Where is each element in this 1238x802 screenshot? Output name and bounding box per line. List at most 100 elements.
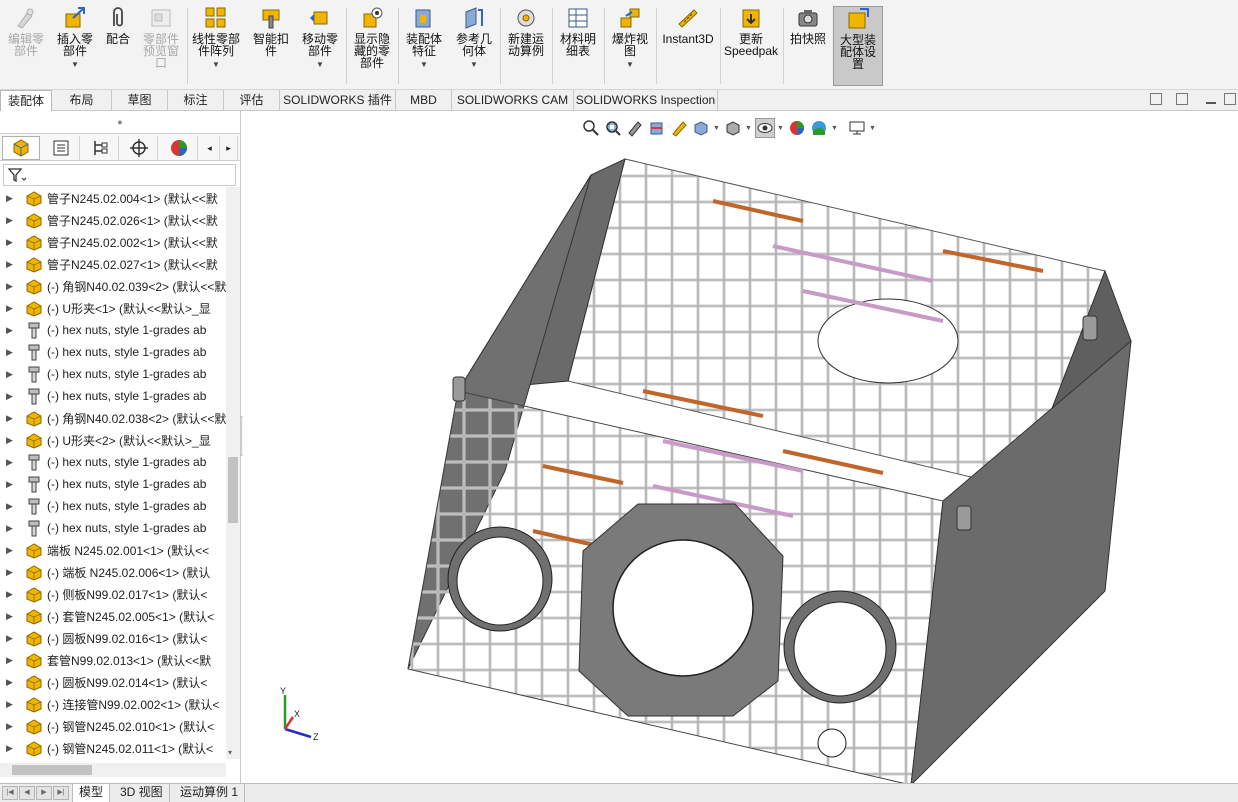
- tab-feature-manager[interactable]: [2, 136, 40, 160]
- scroll-down-icon[interactable]: ▾: [228, 748, 232, 757]
- tab-model[interactable]: 模型: [72, 784, 111, 802]
- first-tab-icon[interactable]: |◀: [2, 786, 18, 800]
- expand-arrow-icon[interactable]: ▶: [6, 589, 18, 600]
- chevron-down-icon[interactable]: ▼: [420, 59, 428, 71]
- linear-pattern-button[interactable]: 线性零部 件阵列 ▼: [189, 6, 243, 86]
- tab-assembly[interactable]: 装配体: [0, 90, 52, 111]
- tree-item[interactable]: ▶ (-) 端板 N245.02.006<1> (默认: [0, 561, 226, 583]
- tree-item[interactable]: ▶ (-) hex nuts, style 1-grades ab: [0, 319, 226, 341]
- minimize-icon[interactable]: [1206, 102, 1216, 104]
- tree-item[interactable]: ▶ (-) 套管N245.02.005<1> (默认<: [0, 605, 226, 627]
- expand-arrow-icon[interactable]: ▶: [6, 435, 18, 446]
- expand-arrow-icon[interactable]: ▶: [6, 347, 18, 358]
- expand-arrow-icon[interactable]: ▶: [6, 215, 18, 226]
- expand-arrow-icon[interactable]: ▶: [6, 369, 18, 380]
- horizontal-scrollbar-thumb[interactable]: [12, 765, 92, 775]
- panel-grip-icon[interactable]: ●: [0, 111, 240, 133]
- tree-item[interactable]: ▶ (-) hex nuts, style 1-grades ab: [0, 363, 226, 385]
- tree-item[interactable]: ▶ 管子N245.02.026<1> (默认<<默: [0, 209, 226, 231]
- tree-item[interactable]: ▶ (-) 圆板N99.02.016<1> (默认<: [0, 627, 226, 649]
- move-component-button[interactable]: 移动零 部件 ▼: [297, 6, 343, 86]
- expand-arrow-icon[interactable]: ▶: [6, 567, 18, 578]
- edit-component-button[interactable]: 编辑零 部件: [4, 6, 48, 86]
- tree-item[interactable]: ▶ (-) 角钢N40.02.039<2> (默认<<默: [0, 275, 226, 297]
- tree-item[interactable]: ▶ 管子N245.02.027<1> (默认<<默: [0, 253, 226, 275]
- large-assembly-settings-button[interactable]: 大型装 配体设 置: [833, 6, 883, 86]
- expand-arrow-icon[interactable]: ▶: [6, 457, 18, 468]
- vertical-scrollbar[interactable]: ▾: [226, 187, 240, 759]
- tree-item[interactable]: ▶ (-) hex nuts, style 1-grades ab: [0, 473, 226, 495]
- chevron-down-icon[interactable]: ▼: [212, 59, 220, 71]
- collapse-left-icon[interactable]: [1150, 93, 1162, 105]
- filter-input[interactable]: [3, 164, 236, 186]
- next-tab-icon[interactable]: ▶: [36, 786, 52, 800]
- show-hidden-components-button[interactable]: 显示隐 藏的零 部件: [349, 6, 395, 86]
- chevron-down-icon[interactable]: ▼: [316, 59, 324, 71]
- tree-item[interactable]: ▶ 套管N99.02.013<1> (默认<<默: [0, 649, 226, 671]
- expand-arrow-icon[interactable]: ▶: [6, 545, 18, 556]
- expand-arrow-icon[interactable]: ▶: [6, 391, 18, 402]
- expand-arrow-icon[interactable]: ▶: [6, 413, 18, 424]
- tab-markup[interactable]: 标注: [168, 90, 224, 111]
- tree-item[interactable]: ▶ 管子N245.02.004<1> (默认<<默: [0, 187, 226, 209]
- tab-sketch[interactable]: 草图: [112, 90, 168, 111]
- tree-item[interactable]: ▶ (-) 连接管N99.02.002<1> (默认<: [0, 693, 226, 715]
- tabs-scroll-left-icon[interactable]: ◂: [200, 136, 220, 160]
- tab-dimxpert-manager[interactable]: [120, 136, 158, 160]
- chevron-down-icon[interactable]: ▼: [71, 59, 79, 71]
- tree-item[interactable]: ▶ (-) 钢管N245.02.010<1> (默认<: [0, 715, 226, 737]
- tree-item[interactable]: ▶ (-) hex nuts, style 1-grades ab: [0, 385, 226, 407]
- tree-item[interactable]: ▶ (-) hex nuts, style 1-grades ab: [0, 495, 226, 517]
- restore-icon[interactable]: [1224, 93, 1236, 105]
- reference-geometry-button[interactable]: 参考几 何体 ▼: [451, 6, 497, 86]
- tree-item[interactable]: ▶ (-) 侧板N99.02.017<1> (默认<: [0, 583, 226, 605]
- expand-arrow-icon[interactable]: ▶: [6, 721, 18, 732]
- filter-funnel-icon[interactable]: [7, 166, 27, 184]
- new-motion-study-button[interactable]: 新建运 动算例: [503, 6, 549, 86]
- component-preview-button[interactable]: 零部件 预览窗 口: [138, 6, 184, 86]
- horizontal-scrollbar[interactable]: [0, 763, 226, 777]
- collapse-right-icon[interactable]: [1176, 93, 1188, 105]
- tab-display-manager[interactable]: [160, 136, 198, 160]
- expand-arrow-icon[interactable]: ▶: [6, 237, 18, 248]
- tab-motion-study-1[interactable]: 运动算例 1: [174, 784, 246, 802]
- update-speedpak-button[interactable]: 更新 Speedpak: [723, 6, 779, 86]
- expand-arrow-icon[interactable]: ▶: [6, 523, 18, 534]
- tab-solidworks-inspection[interactable]: SOLIDWORKS Inspection: [574, 90, 718, 111]
- instant3d-button[interactable]: Instant3D: [659, 6, 717, 86]
- tab-solidworks-cam[interactable]: SOLIDWORKS CAM: [452, 90, 574, 111]
- chevron-down-icon[interactable]: ▼: [470, 59, 478, 71]
- insert-components-button[interactable]: 插入零 部件 ▼: [52, 6, 98, 86]
- expand-arrow-icon[interactable]: ▶: [6, 655, 18, 666]
- expand-arrow-icon[interactable]: ▶: [6, 743, 18, 754]
- expand-arrow-icon[interactable]: ▶: [6, 193, 18, 204]
- tab-solidworks-addins[interactable]: SOLIDWORKS 插件: [280, 90, 396, 111]
- chevron-down-icon[interactable]: ▼: [626, 59, 634, 71]
- graphics-area[interactable]: ▼ ▼ ▼ ▼ ▼ Y X Z: [243, 111, 1238, 783]
- smart-fasteners-button[interactable]: 智能扣 件: [249, 6, 293, 86]
- expand-arrow-icon[interactable]: ▶: [6, 699, 18, 710]
- tabs-scroll-right-icon[interactable]: ▸: [220, 136, 238, 160]
- tab-property-manager[interactable]: [42, 136, 80, 160]
- tree-item[interactable]: ▶ 端板 N245.02.001<1> (默认<<: [0, 539, 226, 561]
- expand-arrow-icon[interactable]: ▶: [6, 325, 18, 336]
- exploded-view-button[interactable]: 爆炸视 图 ▼: [607, 6, 653, 86]
- assembly-model-3d[interactable]: [243, 111, 1238, 783]
- assembly-features-button[interactable]: 装配体 特征 ▼: [401, 6, 447, 86]
- tree-item[interactable]: ▶ (-) hex nuts, style 1-grades ab: [0, 517, 226, 539]
- expand-arrow-icon[interactable]: ▶: [6, 633, 18, 644]
- tab-configuration-manager[interactable]: [81, 136, 119, 160]
- bill-of-materials-button[interactable]: 材料明 细表: [555, 6, 601, 86]
- tab-layout[interactable]: 布局: [52, 90, 112, 111]
- tree-item[interactable]: ▶ (-) 钢管N245.02.011<1> (默认<: [0, 737, 226, 759]
- tab-3d-views[interactable]: 3D 视图: [114, 784, 170, 802]
- expand-arrow-icon[interactable]: ▶: [6, 259, 18, 270]
- expand-arrow-icon[interactable]: ▶: [6, 677, 18, 688]
- tree-item[interactable]: ▶ (-) U形夹<2> (默认<<默认>_显: [0, 429, 226, 451]
- tab-evaluate[interactable]: 评估: [224, 90, 280, 111]
- vertical-scrollbar-thumb[interactable]: [228, 457, 238, 523]
- tree-item[interactable]: ▶ (-) hex nuts, style 1-grades ab: [0, 341, 226, 363]
- expand-arrow-icon[interactable]: ▶: [6, 501, 18, 512]
- expand-arrow-icon[interactable]: ▶: [6, 611, 18, 622]
- tree-item[interactable]: ▶ (-) U形夹<1> (默认<<默认>_显: [0, 297, 226, 319]
